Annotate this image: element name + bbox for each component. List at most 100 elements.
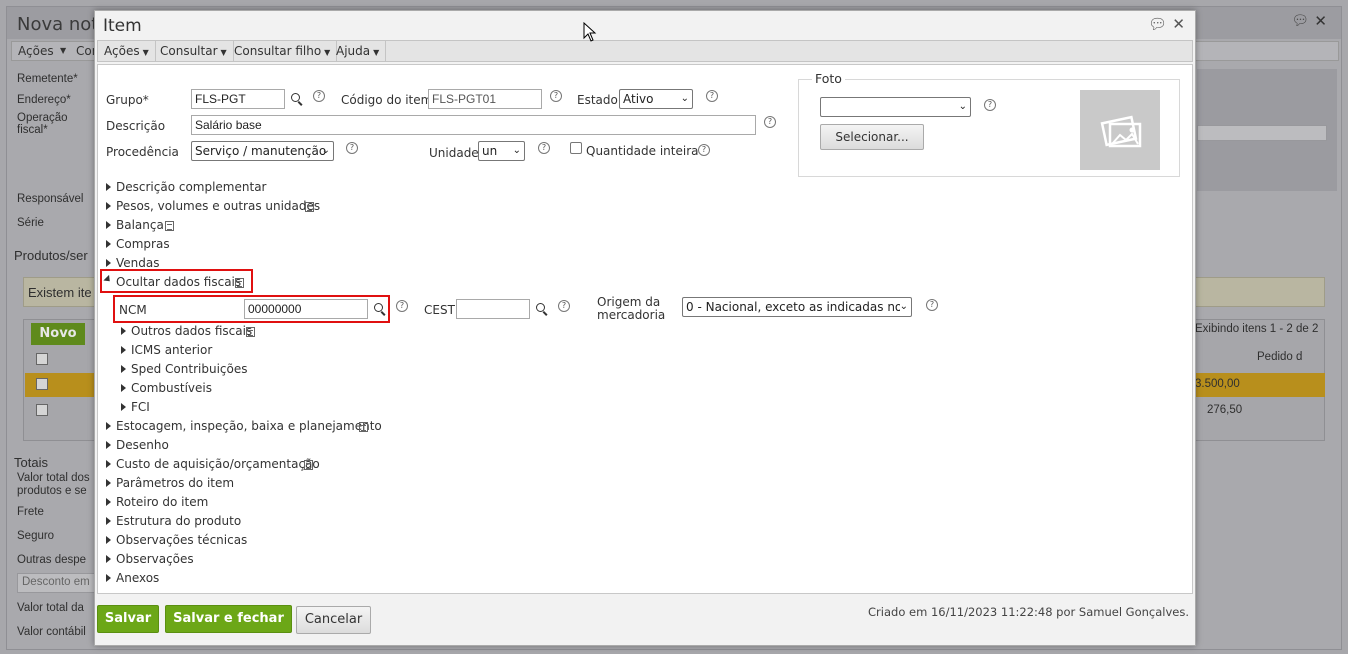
help-icon[interactable]: ? (538, 142, 550, 154)
close-icon[interactable]: ✕ (1172, 15, 1185, 33)
grupo-field[interactable]: FLS-PGT (191, 89, 285, 109)
expand-icon[interactable] (106, 555, 111, 563)
chat-icon[interactable]: 💬︎ (1291, 13, 1309, 29)
section-estocagem[interactable]: Estocagem, inspeção, baixa e planejament… (116, 419, 382, 433)
chevron-down-icon: ▼ (142, 48, 149, 57)
section-desenho[interactable]: Desenho (116, 438, 169, 452)
expand-icon[interactable] (106, 240, 111, 248)
quantidade-inteira-label: Quantidade inteira (586, 144, 699, 158)
search-icon[interactable] (374, 303, 386, 315)
close-icon[interactable]: ✕ (1314, 12, 1327, 30)
unidade-value: un (482, 144, 498, 158)
section-vendas[interactable]: Vendas (116, 256, 160, 270)
descricao-field[interactable]: Salário base (191, 115, 756, 135)
section-custo[interactable]: Custo de aquisição/orçamentação (116, 457, 320, 471)
row-value-2: 276,50 (1207, 404, 1243, 416)
expand-icon[interactable] (106, 536, 111, 544)
pedido-header: Pedido d (1257, 351, 1303, 363)
desconto-field[interactable]: Desconto em (17, 573, 97, 593)
novo-button[interactable]: Novo (31, 323, 85, 345)
menu-consultar-filho[interactable]: Consultar filho ▼ (228, 41, 338, 61)
estado-select[interactable]: Ativo ⌄ (619, 89, 693, 109)
section-anexos[interactable]: Anexos (116, 571, 159, 585)
ncm-field[interactable]: 00000000 (244, 299, 368, 319)
row-checkbox[interactable] (36, 404, 48, 416)
unidade-select[interactable]: un ⌄ (478, 141, 525, 161)
help-icon[interactable]: ? (558, 300, 570, 312)
chat-icon[interactable]: 💬︎ (1148, 15, 1167, 33)
quantidade-inteira-checkbox[interactable] (570, 142, 582, 154)
existem-label: Existem ite (28, 285, 92, 300)
cursor-icon (583, 22, 597, 42)
section-outros-fiscais[interactable]: Outros dados fiscais (131, 324, 252, 338)
expand-icon[interactable] (106, 259, 111, 267)
expand-icon[interactable] (121, 403, 126, 411)
cancelar-button[interactable]: Cancelar (296, 606, 371, 634)
frete-label: Frete (17, 506, 44, 518)
menu-consultar-filho-label: Consultar filho (234, 44, 322, 58)
section-sped[interactable]: Sped Contribuições (131, 362, 247, 376)
operacao-label: Operação fiscal* (17, 112, 68, 136)
help-icon[interactable]: ? (764, 116, 776, 128)
help-icon[interactable]: ? (313, 90, 325, 102)
expand-icon[interactable] (121, 327, 126, 335)
menu-acoes[interactable]: Ações ▼ (98, 41, 156, 61)
ncm-label: NCM (119, 303, 147, 317)
search-icon[interactable] (291, 93, 303, 105)
expand-icon[interactable] (121, 365, 126, 373)
expand-icon[interactable] (106, 479, 111, 487)
help-icon[interactable]: ? (346, 142, 358, 154)
section-parametros[interactable]: Parâmetros do item (116, 476, 234, 490)
expand-icon[interactable] (106, 441, 111, 449)
background-input[interactable] (1197, 125, 1327, 141)
expand-icon[interactable] (106, 574, 111, 582)
help-icon[interactable]: ? (550, 90, 562, 102)
section-combustiveis[interactable]: Combustíveis (131, 381, 212, 395)
estado-label: Estado (577, 93, 618, 107)
menu-ajuda[interactable]: Ajuda ▼ (330, 41, 387, 61)
section-obs-tecnicas[interactable]: Observações técnicas (116, 533, 247, 547)
menu-consultar[interactable]: Consultar ▼ (154, 41, 234, 61)
origem-select[interactable]: 0 - Nacional, exceto as indicadas nos c ⌄ (682, 297, 912, 317)
select-all-checkbox[interactable] (36, 353, 48, 365)
section-icms[interactable]: ICMS anterior (131, 343, 212, 357)
expand-icon[interactable] (106, 183, 111, 191)
row-checkbox[interactable] (36, 378, 48, 390)
outras-label: Outras despe (17, 554, 87, 566)
section-estrutura[interactable]: Estrutura do produto (116, 514, 241, 528)
search-icon[interactable] (536, 303, 548, 315)
help-icon[interactable]: ? (698, 144, 710, 156)
section-compras[interactable]: Compras (116, 237, 170, 251)
help-icon[interactable]: ? (706, 90, 718, 102)
help-icon[interactable]: ? (396, 300, 408, 312)
section-descricao-complementar[interactable]: Descrição complementar (116, 180, 266, 194)
cest-field[interactable] (456, 299, 530, 319)
expand-icon[interactable] (106, 460, 111, 468)
expand-icon[interactable] (106, 498, 111, 506)
section-roteiro[interactable]: Roteiro do item (116, 495, 208, 509)
section-balanca[interactable]: Balança (116, 218, 164, 232)
section-pesos[interactable]: Pesos, volumes e outras unidades (116, 199, 320, 213)
section-observacoes[interactable]: Observações (116, 552, 194, 566)
expand-icon[interactable] (106, 202, 111, 210)
help-icon[interactable]: ? (926, 299, 938, 311)
procedencia-select[interactable]: Serviço / manutenção ⌄ (191, 141, 334, 161)
expand-icon[interactable] (121, 346, 126, 354)
document-icon (235, 278, 244, 288)
expand-icon[interactable] (106, 517, 111, 525)
section-ocultar-fiscais[interactable]: Ocultar dados fiscais (116, 275, 241, 289)
expand-icon[interactable] (106, 221, 111, 229)
created-info: Criado em 16/11/2023 11:22:48 por Samuel… (868, 605, 1189, 619)
help-icon[interactable]: ? (984, 99, 996, 111)
section-fci[interactable]: FCI (131, 400, 150, 414)
foto-select[interactable]: ⌄ (820, 97, 971, 117)
cest-label: CEST (424, 303, 455, 317)
codigo-field[interactable]: FLS-PGT01 (428, 89, 542, 109)
salvar-fechar-button[interactable]: Salvar e fechar (165, 605, 292, 633)
photo-placeholder (1080, 90, 1160, 170)
salvar-button[interactable]: Salvar (97, 605, 159, 633)
selecionar-button[interactable]: Selecionar... (820, 124, 924, 150)
expand-icon[interactable] (106, 422, 111, 430)
bg-menu-acoes[interactable]: Ações (18, 44, 54, 58)
expand-icon[interactable] (121, 384, 126, 392)
